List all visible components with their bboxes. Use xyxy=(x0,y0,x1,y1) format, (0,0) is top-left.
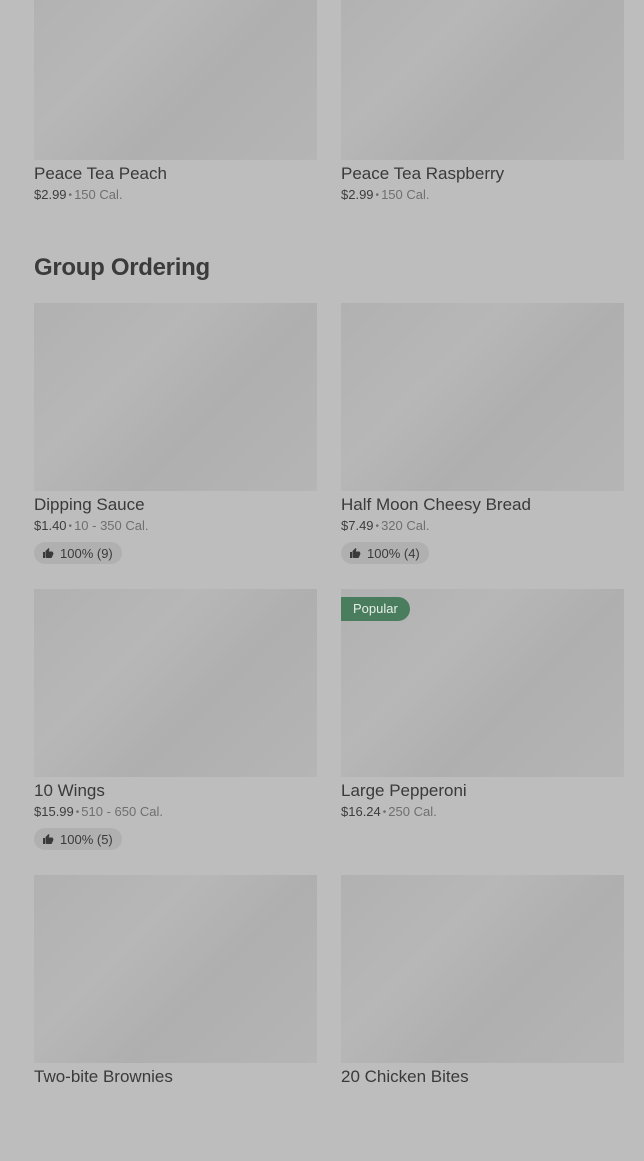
item-meta: $15.99 • 510 - 650 Cal. xyxy=(34,804,163,819)
item-image xyxy=(34,303,317,491)
item-price: $16.24 xyxy=(341,804,381,819)
item-price: $2.99 xyxy=(341,187,374,202)
item-name: Large Pepperoni xyxy=(341,781,467,800)
item-image xyxy=(341,303,624,491)
item-calories: 10 - 350 Cal. xyxy=(74,518,149,533)
rating-text: 100% (5) xyxy=(60,831,113,847)
menu-item-card[interactable]: Dipping Sauce $1.40 • 10 - 350 Cal. 100% (… xyxy=(34,303,317,589)
thumbs-up-icon xyxy=(350,548,361,558)
item-image xyxy=(34,875,317,1063)
item-name: Peace Tea Peach xyxy=(34,164,167,183)
menu-item-card[interactable]: 20 Chicken Bites xyxy=(341,875,624,1161)
rating-pill: 100% (9) xyxy=(34,542,122,564)
item-calories: 510 - 650 Cal. xyxy=(81,804,163,819)
item-price: $15.99 xyxy=(34,804,74,819)
item-image xyxy=(341,875,624,1063)
item-meta: $16.24 • 250 Cal. xyxy=(341,804,437,819)
item-name: Dipping Sauce xyxy=(34,495,145,514)
section-title: Group Ordering xyxy=(34,254,210,281)
top-items-grid: Peace Tea Peach $2.99 • 150 Cal. Peace Tea… xyxy=(34,0,624,258)
rating-pill: 100% (4) xyxy=(341,542,429,564)
item-name: Peace Tea Raspberry xyxy=(341,164,505,183)
item-image xyxy=(34,0,317,160)
item-price: $7.49 xyxy=(341,518,374,533)
item-calories: 150 Cal. xyxy=(381,187,430,202)
item-meta: $2.99 • 150 Cal. xyxy=(34,187,123,202)
item-name: 20 Chicken Bites xyxy=(341,1067,469,1086)
item-calories: 250 Cal. xyxy=(388,804,437,819)
thumbs-up-icon xyxy=(43,548,54,558)
rating-text: 100% (9) xyxy=(60,545,113,561)
item-name: 10 Wings xyxy=(34,781,105,800)
menu-item-card[interactable]: Peace Tea Raspberry $2.99 • 150 Cal. xyxy=(341,0,624,258)
item-price: $1.40 xyxy=(34,518,67,533)
menu-item-card[interactable]: Two-bite Brownies xyxy=(34,875,317,1161)
item-name: Two-bite Brownies xyxy=(34,1067,173,1086)
group-ordering-grid: Dipping Sauce $1.40 • 10 - 350 Cal. 100% (… xyxy=(34,303,624,1161)
menu-item-card[interactable]: 10 Wings $15.99 • 510 - 650 Cal. 100% (5) xyxy=(34,589,317,875)
item-meta: $2.99 • 150 Cal. xyxy=(341,187,430,202)
item-image xyxy=(34,589,317,777)
item-calories: 150 Cal. xyxy=(74,187,123,202)
menu-item-card[interactable]: Peace Tea Peach $2.99 • 150 Cal. xyxy=(34,0,317,258)
popular-badge: Popular xyxy=(341,597,410,621)
item-calories: 320 Cal. xyxy=(381,518,430,533)
item-name: Half Moon Cheesy Bread xyxy=(341,495,531,514)
rating-text: 100% (4) xyxy=(367,545,420,561)
menu-item-card[interactable]: Popular Large Pepperoni $16.24 • 250 Cal. xyxy=(341,589,624,875)
item-price: $2.99 xyxy=(34,187,67,202)
item-meta: $7.49 • 320 Cal. xyxy=(341,518,430,533)
menu-item-card[interactable]: Half Moon Cheesy Bread $7.49 • 320 Cal. 10… xyxy=(341,303,624,589)
item-image xyxy=(341,0,624,160)
thumbs-up-icon xyxy=(43,834,54,844)
rating-pill: 100% (5) xyxy=(34,828,122,850)
item-meta: $1.40 • 10 - 350 Cal. xyxy=(34,518,149,533)
